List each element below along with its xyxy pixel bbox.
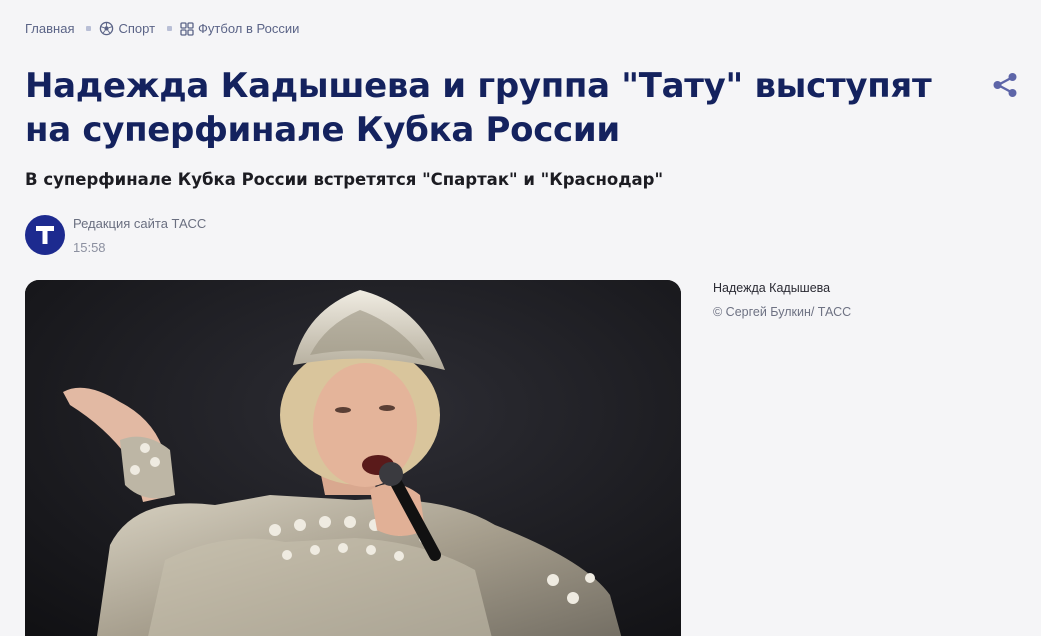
breadcrumb: Главная Спорт Футбол в России	[25, 21, 299, 36]
singer-photo-image	[25, 280, 681, 636]
author-avatar[interactable]	[25, 215, 65, 255]
author-name[interactable]: Редакция сайта ТАСС	[73, 216, 206, 231]
soccer-ball-icon	[99, 21, 114, 36]
publish-time: 15:58	[73, 240, 106, 255]
article-photo	[25, 280, 681, 636]
article-title: Надежда Кадышева и группа "Тату" выступя…	[25, 66, 932, 150]
share-icon	[993, 73, 1017, 97]
article-subtitle: В суперфинале Кубка России встретятся "С…	[25, 170, 664, 189]
breadcrumb-home-label: Главная	[25, 21, 75, 36]
tass-logo-icon	[36, 226, 54, 244]
breadcrumb-home[interactable]: Главная	[25, 21, 74, 36]
grid-icon	[180, 21, 194, 36]
breadcrumb-football[interactable]: Футбол в России	[180, 21, 299, 36]
breadcrumb-football-label: Футбол в России	[198, 21, 300, 36]
article-page: Главная Спорт Футбол в России Надежда Ка…	[0, 0, 1041, 636]
breadcrumb-sport-label: Спорт	[118, 21, 156, 36]
breadcrumb-sport[interactable]: Спорт	[99, 21, 155, 36]
photo-credit: © Сергей Булкин/ ТАСС	[713, 305, 852, 319]
share-button[interactable]	[990, 70, 1020, 100]
breadcrumb-separator	[167, 26, 173, 31]
photo-caption: Надежда Кадышева	[713, 281, 831, 295]
breadcrumb-separator	[86, 26, 92, 31]
